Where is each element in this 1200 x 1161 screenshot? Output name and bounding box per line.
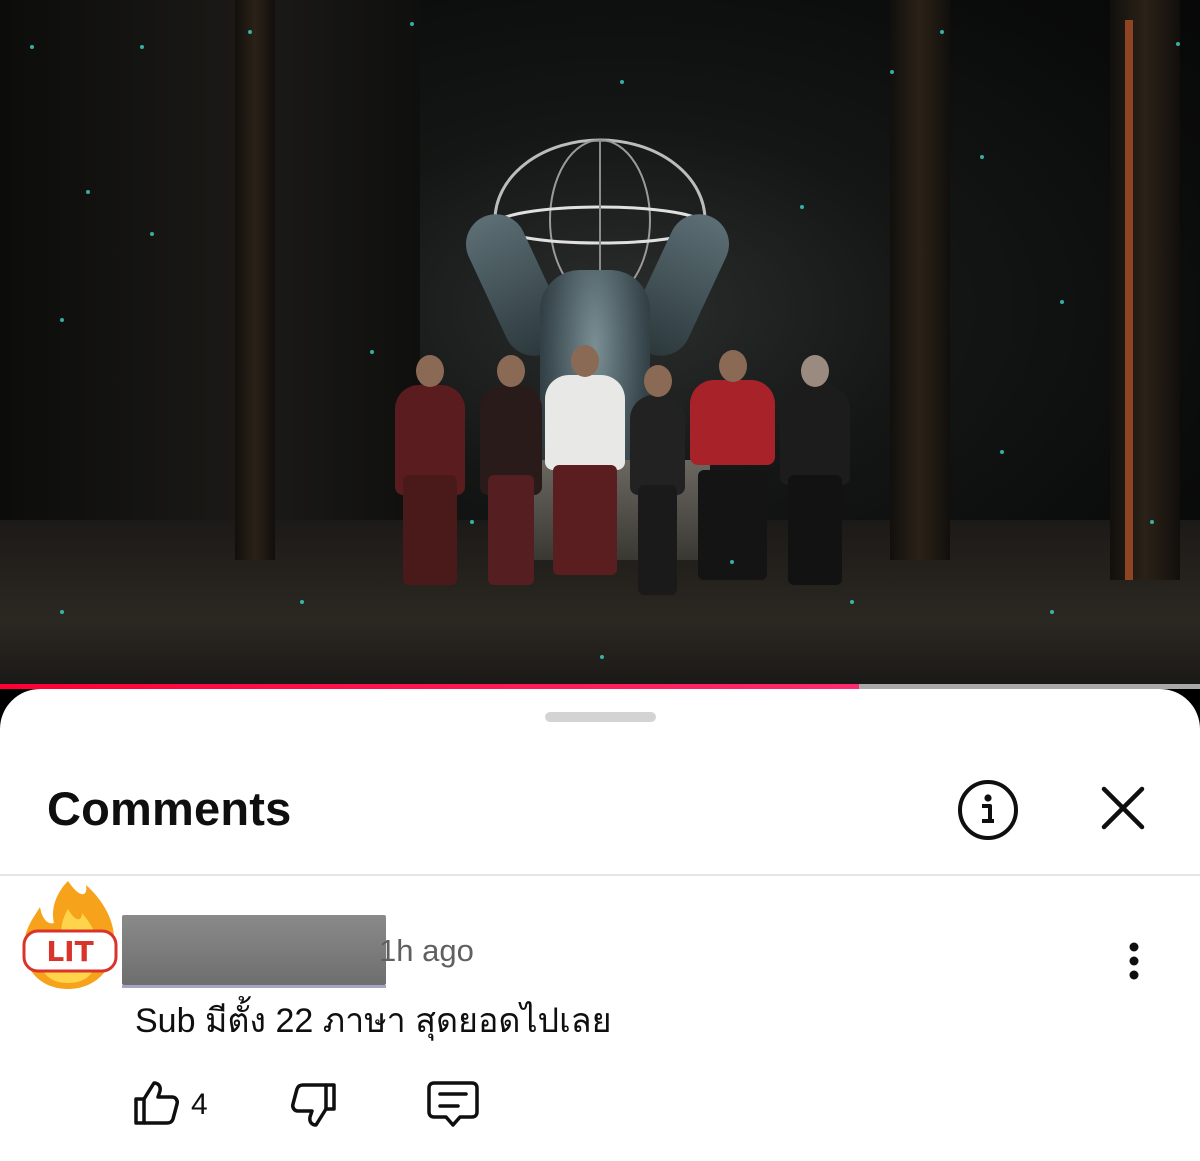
sparkle	[980, 155, 984, 159]
sparkle	[300, 600, 304, 604]
video-pillar	[235, 0, 275, 560]
sparkle	[940, 30, 944, 34]
video-light-beam	[1125, 20, 1133, 580]
sparkle	[150, 232, 154, 236]
dancer	[545, 345, 625, 575]
reply-button[interactable]	[426, 1079, 480, 1129]
info-button[interactable]	[957, 779, 1019, 841]
avatar[interactable]: LIT	[18, 879, 120, 991]
sparkle	[410, 22, 414, 26]
sparkle	[1150, 520, 1154, 524]
comment-more-button[interactable]	[1112, 937, 1156, 985]
sparkle	[140, 45, 144, 49]
sparkle	[370, 350, 374, 354]
sparkle	[1176, 42, 1180, 46]
dancer	[630, 365, 685, 595]
comment-text: Sub มีตั้ง 22 ภาษา สุดยอดไปเลย	[135, 1002, 612, 1040]
sparkle	[60, 318, 64, 322]
sparkle	[30, 45, 34, 49]
info-circle-icon	[958, 780, 1018, 840]
comments-title: Comments	[47, 782, 292, 835]
reply-icon	[427, 1081, 479, 1127]
video-player[interactable]	[0, 0, 1200, 688]
header-divider	[0, 874, 1200, 876]
like-button[interactable]	[130, 1077, 182, 1129]
close-button[interactable]	[1098, 783, 1148, 833]
sparkle	[1000, 450, 1004, 454]
sparkle	[850, 600, 854, 604]
video-pillar	[890, 0, 950, 560]
video-backdrop-wall	[0, 0, 420, 540]
svg-text:LIT: LIT	[46, 935, 93, 968]
sparkle	[890, 70, 894, 74]
comments-sheet: Comments LIT 1h ago Sub มีตั้ง 22 ภาษา ส	[0, 689, 1200, 1161]
fire-badge-icon: LIT	[22, 881, 118, 989]
dancer	[480, 355, 542, 585]
sparkle	[1060, 300, 1064, 304]
sparkle	[620, 80, 624, 84]
like-count: 4	[191, 1088, 208, 1121]
close-icon	[1101, 786, 1145, 830]
sparkle	[600, 655, 604, 659]
sparkle	[730, 560, 734, 564]
sparkle	[470, 520, 474, 524]
dislike-button[interactable]	[288, 1079, 340, 1131]
dancer	[690, 350, 775, 580]
comment-timestamp: 1h ago	[379, 933, 474, 968]
more-vertical-icon	[1129, 942, 1139, 980]
video-pillar	[1110, 0, 1180, 580]
thumbs-up-icon	[134, 1081, 179, 1125]
author-name-redacted[interactable]	[122, 915, 386, 988]
sparkle	[248, 30, 252, 34]
sparkle	[86, 190, 90, 194]
dancer	[395, 355, 465, 585]
thumbs-down-icon	[291, 1083, 336, 1127]
sheet-drag-handle[interactable]	[545, 712, 656, 722]
sparkle	[800, 205, 804, 209]
dancer	[780, 355, 850, 585]
sparkle	[60, 610, 64, 614]
sparkle	[1050, 610, 1054, 614]
